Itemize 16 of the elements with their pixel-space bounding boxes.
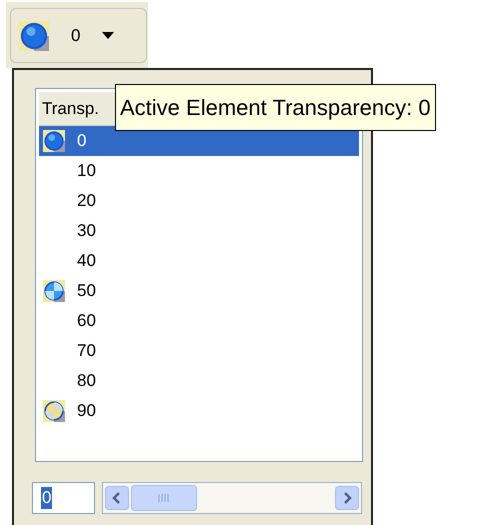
list-item[interactable]: 30 [39,216,359,246]
list-item[interactable]: 40 [39,246,359,276]
globe-icon [19,20,49,50]
scroll-thumb[interactable] [131,485,197,511]
dropdown-button[interactable]: 0 [10,8,147,63]
list-item[interactable]: 80 [39,366,359,396]
horizontal-scrollbar[interactable] [102,482,362,514]
value-field[interactable]: 0 [32,482,95,514]
list-item[interactable]: 60 [39,306,359,336]
caret-icon [102,32,114,39]
list-item[interactable]: 90 [39,396,359,426]
list-item[interactable]: 10 [39,156,359,186]
list-item[interactable]: 50 [39,276,359,306]
tooltip: Active Element Transparency: 0 [115,84,436,131]
list-item[interactable]: 20 [39,186,359,216]
list-item[interactable]: 70 [39,336,359,366]
